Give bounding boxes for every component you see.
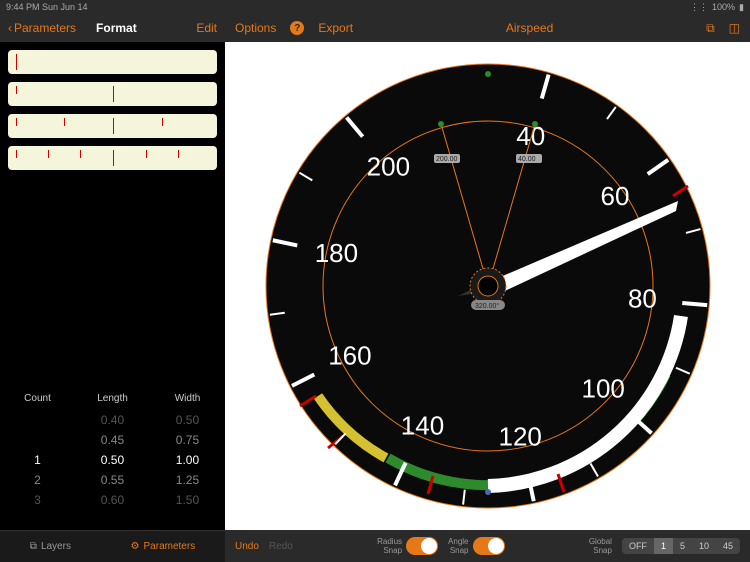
- battery-text: 100%: [712, 2, 735, 12]
- sidebar-header: ‹ Parameters Format Edit: [0, 14, 225, 42]
- col-width: Width: [150, 393, 225, 404]
- svg-text:140: 140: [400, 410, 443, 440]
- sidebar-title: Format: [96, 21, 188, 35]
- undo-button[interactable]: Undo: [235, 541, 259, 552]
- airspeed-gauge[interactable]: 40 60 80 100 120 140 160 180 200 200.00 40.00: [258, 56, 718, 516]
- picker-header: Count Length Width: [0, 387, 225, 410]
- document-title: Airspeed: [367, 21, 692, 35]
- format-bar[interactable]: [8, 50, 217, 74]
- compare-icon[interactable]: ◫: [729, 21, 740, 35]
- svg-text:40.00: 40.00: [518, 156, 536, 163]
- help-icon[interactable]: ?: [290, 21, 304, 35]
- status-time: 9:44 PM Sun Jun 14: [6, 2, 88, 12]
- back-label: Parameters: [14, 21, 76, 35]
- col-length: Length: [75, 393, 150, 404]
- radius-snap-label: Radius Snap: [377, 537, 402, 555]
- format-bar[interactable]: [8, 82, 217, 106]
- wifi-icon: ⋮⋮: [690, 2, 708, 13]
- canvas-area: Options ? Export Airspeed ⧉ ◫: [225, 14, 750, 562]
- angle-snap-label: Angle Snap: [448, 537, 468, 555]
- svg-text:180: 180: [314, 238, 357, 268]
- canvas-footer: Undo Redo Radius Snap Angle Snap Global …: [225, 530, 750, 562]
- canvas[interactable]: 40 60 80 100 120 140 160 180 200 200.00 40.00: [225, 42, 750, 530]
- col-count: Count: [0, 393, 75, 404]
- svg-text:160: 160: [328, 340, 371, 370]
- sidebar: ‹ Parameters Format Edit Count Length Wi…: [0, 14, 225, 562]
- tab-parameters[interactable]: ⚙ Parameters: [131, 541, 196, 552]
- redo-button[interactable]: Redo: [269, 541, 293, 552]
- sidebar-tabs: ⧉ Layers ⚙ Parameters: [0, 530, 225, 562]
- status-bar: 9:44 PM Sun Jun 14 ⋮⋮ 100% ▮: [0, 0, 750, 14]
- tab-layers[interactable]: ⧉ Layers: [30, 541, 71, 552]
- picker-width[interactable]: 0.50 0.75 1.00 1.25 1.50: [150, 410, 225, 510]
- svg-text:40: 40: [516, 121, 545, 151]
- svg-text:60: 60: [600, 181, 629, 211]
- svg-text:120: 120: [498, 422, 541, 452]
- picker[interactable]: 1 2 3 0.40 0.45 0.50 0.55 0.60 0.50 0.75…: [0, 410, 225, 530]
- global-snap-segment[interactable]: OFF 1 5 10 45: [622, 538, 740, 554]
- svg-text:80: 80: [627, 284, 656, 314]
- gear-icon: ⚙: [131, 541, 140, 552]
- svg-text:200: 200: [366, 151, 409, 181]
- format-bar[interactable]: [8, 114, 217, 138]
- options-button[interactable]: Options: [235, 21, 276, 35]
- picker-count[interactable]: 1 2 3: [0, 410, 75, 510]
- copy-icon[interactable]: ⧉: [706, 21, 715, 36]
- svg-text:100: 100: [581, 374, 624, 404]
- radius-snap-toggle[interactable]: [406, 537, 438, 555]
- picker-length[interactable]: 0.40 0.45 0.50 0.55 0.60: [75, 410, 150, 510]
- format-bar[interactable]: [8, 146, 217, 170]
- svg-text:200.00: 200.00: [436, 156, 458, 163]
- format-preview-list: [0, 42, 225, 178]
- battery-icon: ▮: [739, 2, 744, 13]
- needle-value: 320.00°: [475, 302, 499, 310]
- canvas-toolbar: Options ? Export Airspeed ⧉ ◫: [225, 14, 750, 42]
- global-snap-label: Global Snap: [589, 537, 612, 555]
- angle-snap-toggle[interactable]: [473, 537, 505, 555]
- edit-button[interactable]: Edit: [196, 21, 217, 35]
- back-button[interactable]: ‹ Parameters: [8, 21, 76, 35]
- chevron-left-icon: ‹: [8, 21, 12, 35]
- export-button[interactable]: Export: [318, 21, 353, 35]
- layers-icon: ⧉: [30, 541, 37, 552]
